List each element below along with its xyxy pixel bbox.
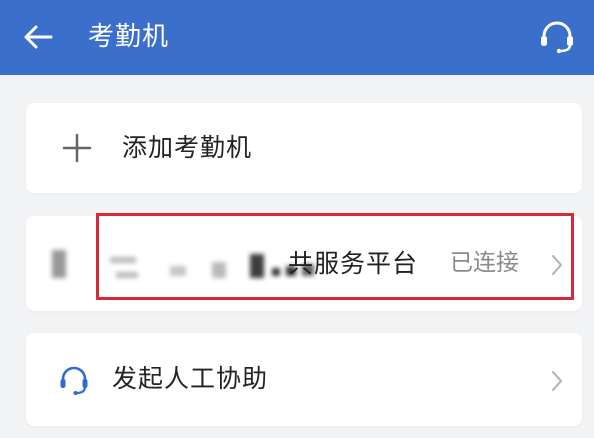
device-avatar-blurred — [52, 250, 66, 278]
request-manual-assistance-button[interactable]: 发起人工协助 — [26, 333, 582, 426]
app-bar: 考勤机 — [0, 0, 594, 75]
add-attendance-machine-label: 添加考勤机 — [122, 133, 253, 162]
device-name: 共服务平台 — [100, 244, 418, 284]
connection-status: 已连接 — [450, 250, 519, 276]
back-button[interactable] — [18, 17, 58, 57]
headset-icon — [60, 366, 88, 395]
plus-icon — [62, 133, 92, 163]
device-list-item[interactable]: 共服务平台 已连接 — [26, 216, 582, 311]
headset-icon — [541, 21, 573, 54]
chevron-right-icon — [552, 255, 562, 275]
customer-service-button[interactable] — [536, 16, 578, 58]
device-name-visible-part: 共服务平台 — [287, 249, 418, 278]
add-attendance-machine-button[interactable]: 添加考勤机 — [26, 103, 582, 193]
request-manual-assistance-label: 发起人工协助 — [112, 364, 269, 393]
chevron-right-icon — [552, 371, 562, 391]
arrow-left-icon — [24, 25, 53, 49]
page-title: 考勤机 — [88, 22, 170, 52]
